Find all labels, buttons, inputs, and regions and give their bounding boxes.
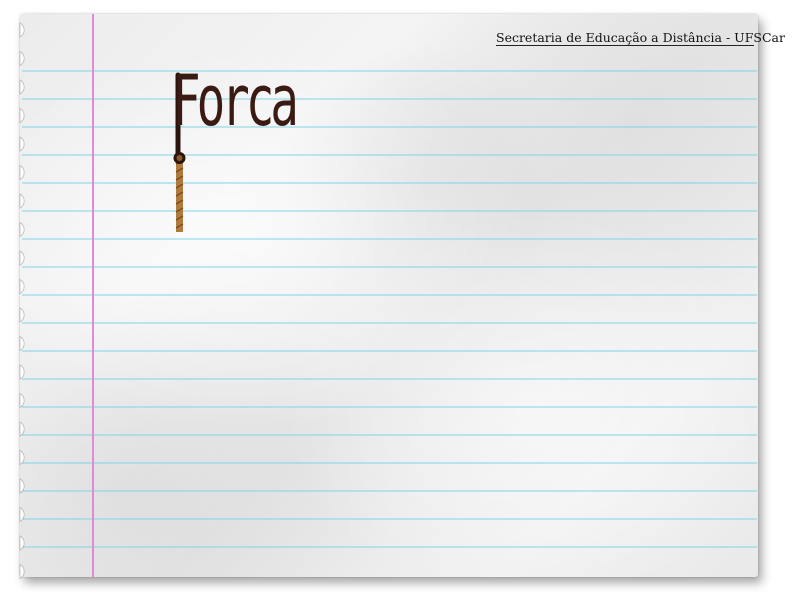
notebook-spiral-holes-icon [19,22,25,580]
spiral-hole [19,278,25,295]
spiral-hole [19,107,25,124]
spiral-hole [19,50,25,67]
spiral-hole [19,22,25,38]
slide-canvas: Secretaria de Educação a Distância - UFS… [0,0,800,600]
spiral-hole [19,535,25,551]
spiral-hole [19,79,25,95]
spiral-hole [19,164,25,181]
ruled-lines [22,70,757,548]
page-title: Forca [172,60,299,142]
header-text: Secretaria de Educação a Distância - UFS… [496,30,785,46]
spiral-hole [19,421,25,437]
spiral-hole [19,449,25,466]
spiral-hole [19,221,25,238]
spiral-hole [19,193,25,209]
spiral-hole [19,335,25,352]
spiral-hole [19,307,25,323]
spiral-hole [19,364,25,380]
spiral-hole [19,250,25,266]
spiral-hole [19,563,25,580]
notebook-paper-decoration [19,14,757,580]
spiral-hole [19,392,25,409]
spiral-hole [19,136,25,152]
